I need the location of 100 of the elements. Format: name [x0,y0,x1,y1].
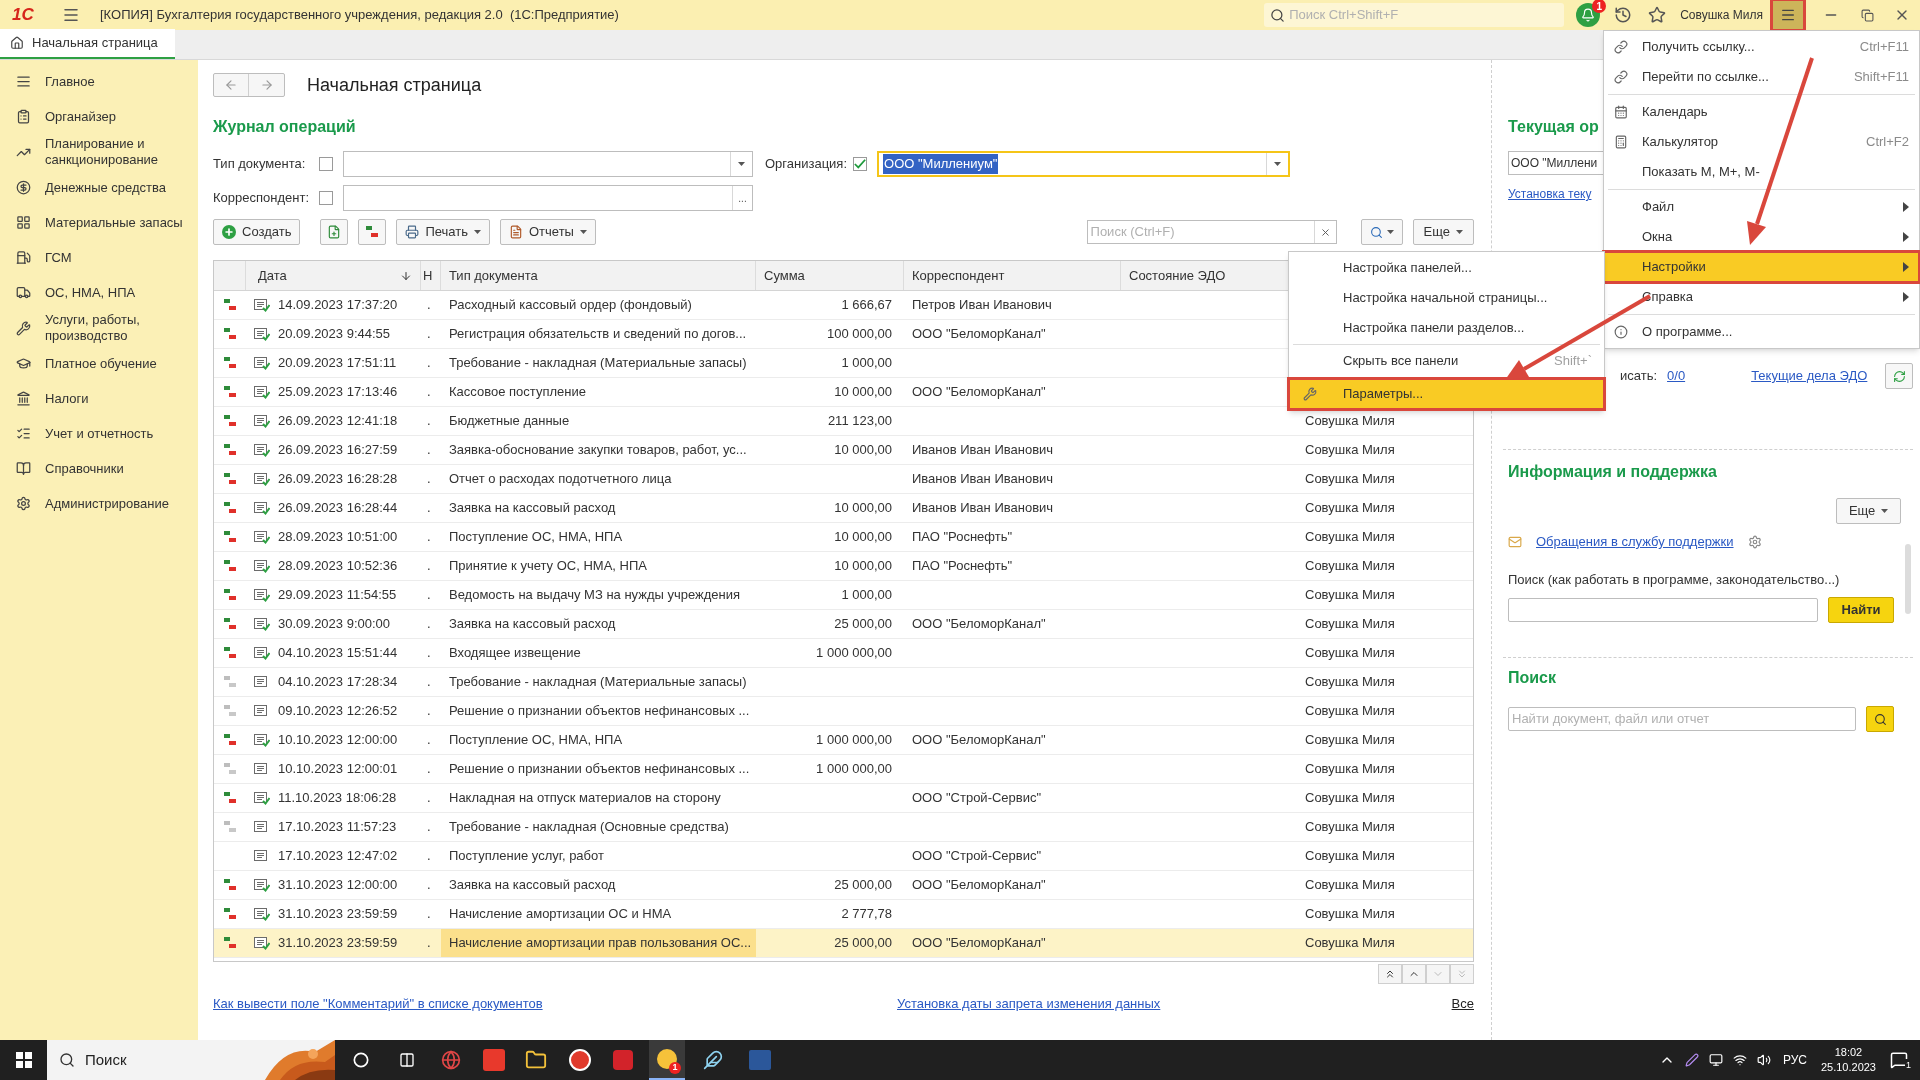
menu-icon[interactable] [62,6,80,24]
checkbox[interactable] [853,157,868,171]
table-cell[interactable]: Заявка на кассовый расход [441,494,756,522]
display-icon[interactable] [1708,1053,1723,1067]
sidebar-item[interactable]: Налоги [0,381,198,416]
choose-button[interactable]: ... [732,186,752,210]
all-link[interactable]: Все [1451,994,1474,1014]
table-cell[interactable]: Кассовое поступление [441,378,756,406]
menu-item[interactable]: Получить ссылку... Ctrl+F11 [1604,32,1919,62]
tab[interactable]: Начальная страница [0,29,175,59]
taskbar-search[interactable]: Поиск [47,1040,335,1080]
language-indicator[interactable]: РУС [1782,1051,1807,1069]
previous-button[interactable] [1402,964,1426,984]
more-button[interactable]: Еще [1412,219,1474,245]
menu-item[interactable]: Настройка панели разделов... [1289,313,1604,343]
table-cell[interactable]: Принятие к учету ОС, НМА, НПА [441,552,756,580]
first-page-button[interactable] [1378,964,1402,984]
search-button[interactable] [1360,219,1403,245]
menu-item[interactable]: Скрыть все панели Shift+` [1289,346,1604,376]
sort-arrow-icon[interactable] [400,269,412,282]
menu-item[interactable]: Календарь [1604,97,1919,127]
sidebar-item[interactable]: Главное [0,64,198,99]
sidebar-item[interactable]: Платное обучение [0,346,198,381]
volume-icon[interactable] [1756,1053,1771,1067]
help-search-field[interactable] [1508,598,1818,622]
column-header[interactable]: Тип документа [441,261,756,290]
table-cell[interactable]: Заявка-обоснование закупки товаров, работ, ус... [441,436,756,464]
table-cell[interactable]: Накладная на отпуск материалов на сторону [441,784,756,812]
globe-icon[interactable] [441,1050,461,1070]
copy-document-button[interactable] [320,219,349,245]
table-cell[interactable]: Начисление амортизации прав пользования ОС... [441,929,756,957]
table-cell[interactable]: Ведомость на выдачу МЗ на нужды учреждения [441,581,756,609]
table-cell[interactable]: Заявка на кассовый расход [441,871,756,899]
combo-field[interactable]: ООО "Миллениум" [877,151,1291,177]
menu-item[interactable]: Справка [1604,282,1919,312]
menu-item[interactable]: Перейти по ссылке... Shift+F11 [1604,62,1919,92]
sidebar-item[interactable]: ОС, НМА, НПА [0,275,198,310]
menu-item[interactable]: Параметры... [1289,379,1604,409]
notification-button[interactable] [1576,3,1601,27]
cortana-icon[interactable] [353,1052,369,1068]
table-cell[interactable]: Решение о признании объектов нефинансовых ... [441,755,756,783]
clock[interactable]: 18:02 25.10.2023 [1820,1045,1876,1075]
menu-item[interactable]: О программе... [1604,317,1919,347]
table-cell[interactable]: Требование - накладная (Материальные запасы) [441,349,756,377]
menu-item[interactable]: Окна [1604,222,1919,252]
column-header[interactable]: Н [421,261,441,290]
table-cell[interactable]: Начисление амортизации ОС и НМА [441,900,756,928]
help-link[interactable]: Как вывести поле "Комментарий" в списке документов [213,994,897,1014]
table-cell[interactable]: Требование - накладная (Материальные запасы) [441,668,756,696]
table-cell[interactable]: Заявка на кассовый расход [441,610,756,638]
table-cell[interactable]: Отчет о расходах подотчетного лица [441,465,756,493]
edo-link[interactable]: Текущие дела ЭДО [1751,366,1868,386]
restore-icon[interactable] [1861,8,1874,22]
sidebar-item[interactable]: Справочники [0,451,198,486]
sidebar-item[interactable]: Планирование и санкционирование [0,134,198,170]
taskbar-app[interactable] [649,1040,685,1080]
sidebar-item[interactable]: Денежные средства [0,170,198,205]
menu-item[interactable]: Настройки [1604,252,1919,282]
column-header[interactable]: Корреспондент [904,261,1121,290]
sidebar-item[interactable]: Органайзер [0,99,198,134]
sidebar-item[interactable]: Материальные запасы [0,205,198,240]
sign-count-link[interactable]: 0/0 [1667,366,1686,386]
folder-icon[interactable] [525,1049,547,1071]
clear-icon[interactable] [1319,226,1331,238]
main-menu-button[interactable] [1773,1,1803,29]
checkbox[interactable] [319,191,333,205]
checkbox[interactable] [319,157,333,171]
notification-center-icon[interactable] [1890,1051,1908,1069]
column-header[interactable]: Сумма [756,261,904,290]
table-cell[interactable]: Решение о признании объектов нефинансовых ... [441,697,756,725]
app-icon[interactable] [613,1050,633,1070]
network-icon[interactable] [1732,1053,1747,1067]
refresh-button[interactable] [1885,363,1914,389]
sidebar-item[interactable]: Услуги, работы, производство [0,310,198,346]
sidebar-item[interactable]: ГСМ [0,240,198,275]
table-cell[interactable]: Поступление ОС, НМА, НПА [441,726,756,754]
table-cell[interactable]: Входящее извещение [441,639,756,667]
windows-icon[interactable] [16,1052,32,1068]
table-cell[interactable]: Регистрация обязательств и сведений по догов... [441,320,756,348]
feather-icon[interactable] [703,1050,723,1070]
settings-link[interactable]: Установка даты запрета изменения данных [897,994,1161,1014]
settings-icon[interactable] [1747,534,1762,549]
menu-item[interactable]: Файл [1604,192,1919,222]
scrollbar[interactable] [1905,544,1912,614]
choice-field[interactable]: ... [343,185,753,211]
create-button[interactable]: Создать [213,219,301,245]
more-button[interactable]: Еще [1835,498,1902,524]
table-cell[interactable]: Расходный кассовый ордер (фондовый) [441,291,756,319]
table-cell[interactable]: Поступление ОС, НМА, НПА [441,523,756,551]
menu-item[interactable]: Настройка начальной страницы... [1289,283,1604,313]
search-button[interactable] [1866,706,1894,732]
history-icon[interactable] [1614,6,1633,24]
reports-button[interactable]: Отчеты [500,219,596,245]
menu-item[interactable]: Настройка панелей... [1289,253,1604,283]
print-button[interactable]: Печать [396,219,490,245]
table-cell[interactable]: Поступление услуг, работ [441,842,756,870]
support-link[interactable]: Обращения в службу поддержки [1536,532,1734,552]
task-view-icon[interactable] [399,1052,415,1068]
column-header[interactable]: Дата [246,261,421,290]
sidebar-item[interactable]: Администрирование [0,486,198,521]
